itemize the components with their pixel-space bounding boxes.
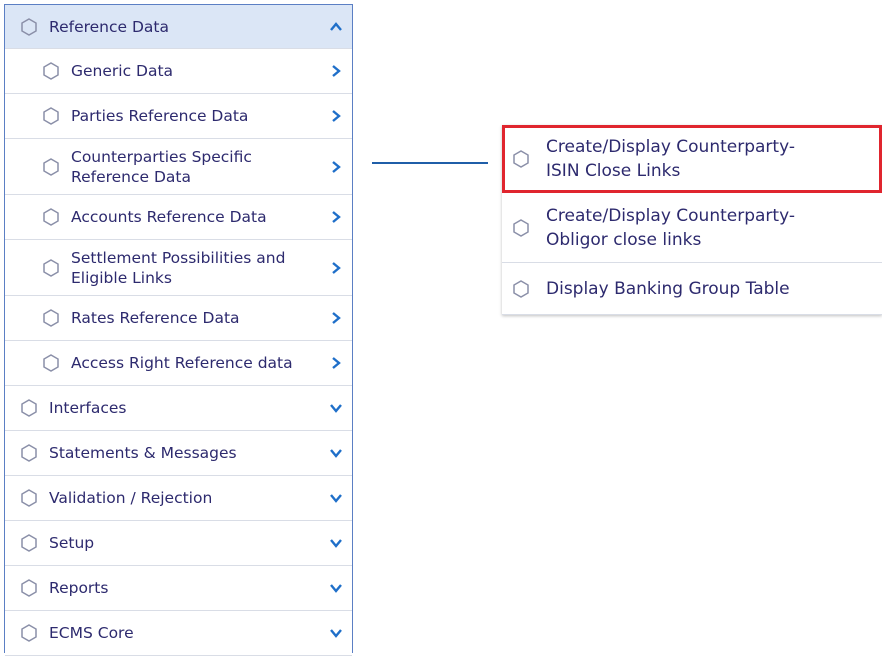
nav-item-interfaces[interactable]: Interfaces xyxy=(5,386,352,431)
hexagon-icon xyxy=(40,307,62,329)
nav-section-reference-data[interactable]: Reference Data xyxy=(5,5,352,49)
hexagon-icon xyxy=(18,532,40,554)
nav-item-validation-rejection-label: Validation / Rejection xyxy=(49,489,213,507)
nav-item-statements-messages[interactable]: Statements & Messages xyxy=(5,431,352,476)
hexagon-icon xyxy=(40,257,62,279)
nav-subitem-accounts-reference-data[interactable]: Accounts Reference Data xyxy=(5,195,352,240)
nav-subitem-generic-data-label: Generic Data xyxy=(71,62,174,80)
nav-subitem-access-right-reference-data[interactable]: Access Right Reference data xyxy=(5,341,352,386)
hexagon-icon xyxy=(18,397,40,419)
submenu-item-create-display-counterparty-obligor-close-links[interactable]: Create/Display Counterparty- Obligor clos… xyxy=(502,193,882,263)
chevron-right-icon[interactable] xyxy=(329,109,343,123)
nav-subitem-access-right-reference-data-label: Access Right Reference data xyxy=(71,354,293,372)
hexagon-icon xyxy=(40,206,62,228)
chevron-right-icon[interactable] xyxy=(329,210,343,224)
nav-item-setup-label: Setup xyxy=(49,534,95,552)
nav-subitem-parties-reference-data-label: Parties Reference Data xyxy=(71,107,249,125)
nav-item-ecms-core-label: ECMS Core xyxy=(49,624,134,642)
nav-item-statements-messages-label: Statements & Messages xyxy=(49,444,237,462)
submenu-item-label: Display Banking Group Table xyxy=(546,278,790,299)
hexagon-icon xyxy=(510,278,532,300)
hexagon-icon xyxy=(18,487,40,509)
nav-item-reports-label: Reports xyxy=(49,579,109,597)
chevron-up-icon[interactable] xyxy=(329,20,343,34)
hexagon-icon xyxy=(18,577,40,599)
nav-subitem-counterparties-specific-reference-data[interactable]: Counterparties Specific Reference Data xyxy=(5,139,352,195)
hexagon-icon xyxy=(40,105,62,127)
nav-subitem-rates-reference-data-label: Rates Reference Data xyxy=(71,309,240,327)
nav-sub-list: Generic Data Parties Reference Data Counte… xyxy=(5,49,352,386)
hexagon-icon xyxy=(40,60,62,82)
nav-item-ecms-core[interactable]: ECMS Core xyxy=(5,611,352,656)
submenu-item-label: Create/Display Counterparty- ISIN Close L… xyxy=(546,136,795,181)
nav-item-setup[interactable]: Setup xyxy=(5,521,352,566)
submenu-popup: Create/Display Counterparty- ISIN Close L… xyxy=(502,125,882,315)
chevron-right-icon[interactable] xyxy=(329,311,343,325)
nav-subitem-settlement-possibilities-and-eligible-links[interactable]: Settlement Possibilities and Eligible Lin… xyxy=(5,240,352,296)
nav-main-list: Interfaces Statements & Messages Validatio… xyxy=(5,386,352,656)
reference-data-nav-panel: Reference Data Generic Data Parties Refer… xyxy=(4,4,353,656)
chevron-right-icon[interactable] xyxy=(329,64,343,78)
nav-subitem-counterparties-specific-reference-data-label: Counterparties Specific Reference Data xyxy=(71,147,252,186)
chevron-right-icon[interactable] xyxy=(329,261,343,275)
hexagon-icon xyxy=(18,622,40,644)
nav-item-interfaces-label: Interfaces xyxy=(49,399,127,417)
chevron-down-icon[interactable] xyxy=(329,446,343,460)
nav-subitem-rates-reference-data[interactable]: Rates Reference Data xyxy=(5,296,352,341)
nav-section-label: Reference Data xyxy=(49,17,169,36)
chevron-right-icon[interactable] xyxy=(329,160,343,174)
hexagon-icon xyxy=(40,352,62,374)
hexagon-icon xyxy=(40,156,62,178)
nav-subitem-generic-data[interactable]: Generic Data xyxy=(5,49,352,94)
submenu-item-display-banking-group-table[interactable]: Display Banking Group Table xyxy=(502,263,882,315)
chevron-down-icon[interactable] xyxy=(329,536,343,550)
chevron-down-icon[interactable] xyxy=(329,491,343,505)
nav-subitem-accounts-reference-data-label: Accounts Reference Data xyxy=(71,208,267,226)
chevron-right-icon[interactable] xyxy=(329,356,343,370)
chevron-down-icon[interactable] xyxy=(329,626,343,640)
nav-subitem-parties-reference-data[interactable]: Parties Reference Data xyxy=(5,94,352,139)
hexagon-icon xyxy=(18,16,40,38)
hexagon-icon xyxy=(510,148,532,170)
hexagon-icon xyxy=(510,217,532,239)
chevron-down-icon[interactable] xyxy=(329,581,343,595)
nav-item-reports[interactable]: Reports xyxy=(5,566,352,611)
nav-item-validation-rejection[interactable]: Validation / Rejection xyxy=(5,476,352,521)
connector-line xyxy=(372,162,488,164)
submenu-item-create-display-counterparty-isin-close-links[interactable]: Create/Display Counterparty- ISIN Close L… xyxy=(502,125,882,193)
hexagon-icon xyxy=(18,442,40,464)
chevron-down-icon[interactable] xyxy=(329,401,343,415)
nav-subitem-settlement-possibilities-and-eligible-links-label: Settlement Possibilities and Eligible Lin… xyxy=(71,248,286,287)
submenu-item-label: Create/Display Counterparty- Obligor clos… xyxy=(546,205,795,250)
